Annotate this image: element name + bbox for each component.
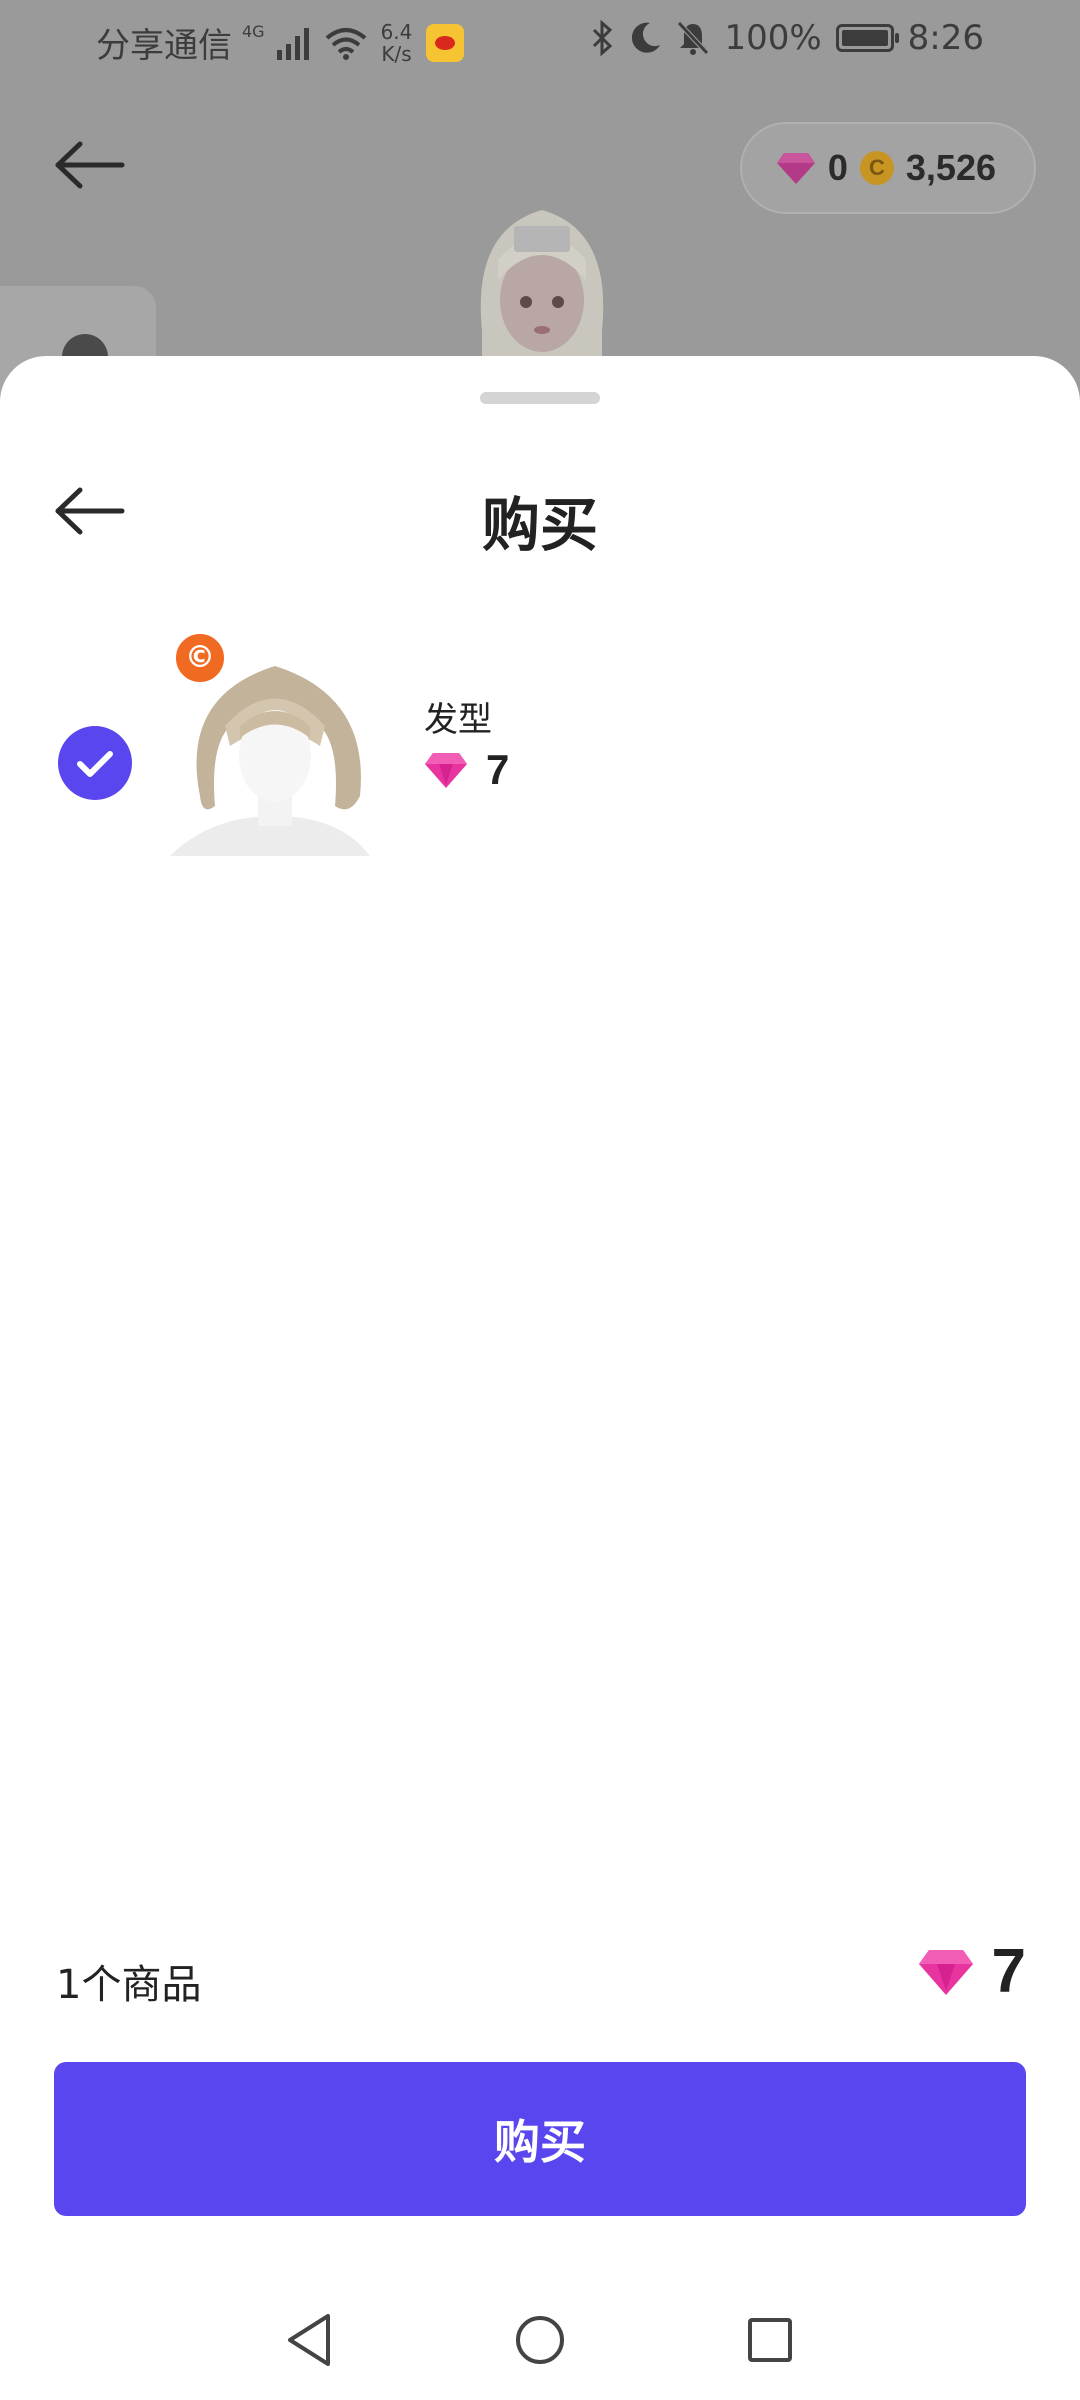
battery-percent: 100% xyxy=(724,18,822,58)
order-summary: 1个商品 7 xyxy=(56,1936,1026,2016)
speed-unit: K/s xyxy=(381,41,412,66)
item-count: 1个商品 xyxy=(56,1962,202,2008)
nav-home-icon[interactable] xyxy=(500,2300,580,2380)
nav-recent-icon[interactable] xyxy=(730,2300,810,2380)
status-left: 分享通信 4G 6.4 K/s xyxy=(96,18,465,67)
gem-balance: 0 xyxy=(827,147,848,188)
status-right: 100% 8:26 xyxy=(590,18,984,58)
coin-icon: C xyxy=(859,151,894,185)
clock: 8:26 xyxy=(907,18,984,58)
page-title: 购买 xyxy=(481,491,598,559)
item-price: 7 xyxy=(424,746,509,794)
gem-icon xyxy=(776,153,815,184)
signal-icon xyxy=(276,27,309,60)
speed-value: 6.4 xyxy=(380,19,413,44)
gem-icon xyxy=(918,1949,973,1995)
status-bar: 分享通信 4G 6.4 K/s 100% 8:26 xyxy=(0,0,1080,80)
gem-icon xyxy=(425,753,467,788)
mute-bell-icon xyxy=(677,21,710,55)
coin-balance: 3,526 xyxy=(905,147,996,188)
list-item[interactable]: © 发型 7 xyxy=(0,626,1080,856)
battery-icon xyxy=(835,24,899,52)
network-speed: 6.4 K/s xyxy=(381,21,413,65)
weibo-app-icon xyxy=(426,23,465,62)
currency-balance[interactable]: 0 C 3,526 xyxy=(739,122,1036,214)
carrier-label: 分享通信 xyxy=(96,26,232,66)
checkmark-icon xyxy=(77,751,113,777)
total-price-value: 7 xyxy=(991,1937,1026,2006)
wifi-icon xyxy=(325,27,366,60)
purchase-sheet: 购买 © 发型 7 1个商品 7 购买 xyxy=(0,356,1080,2400)
item-price-value: 7 xyxy=(486,746,510,793)
item-name: 发型 xyxy=(424,700,492,740)
moon-icon xyxy=(632,22,661,53)
sheet-handle[interactable] xyxy=(480,392,600,404)
item-checkbox[interactable] xyxy=(58,726,132,800)
nav-back-icon[interactable] xyxy=(270,2300,350,2380)
bg-back-arrow-icon[interactable] xyxy=(54,140,126,190)
total-price: 7 xyxy=(918,1936,1026,2007)
copyright-badge-icon: © xyxy=(172,630,228,686)
system-nav-bar xyxy=(0,2280,1080,2400)
bluetooth-icon xyxy=(593,20,613,56)
network-label: 4G xyxy=(242,22,265,41)
buy-button[interactable]: 购买 xyxy=(54,2062,1026,2216)
